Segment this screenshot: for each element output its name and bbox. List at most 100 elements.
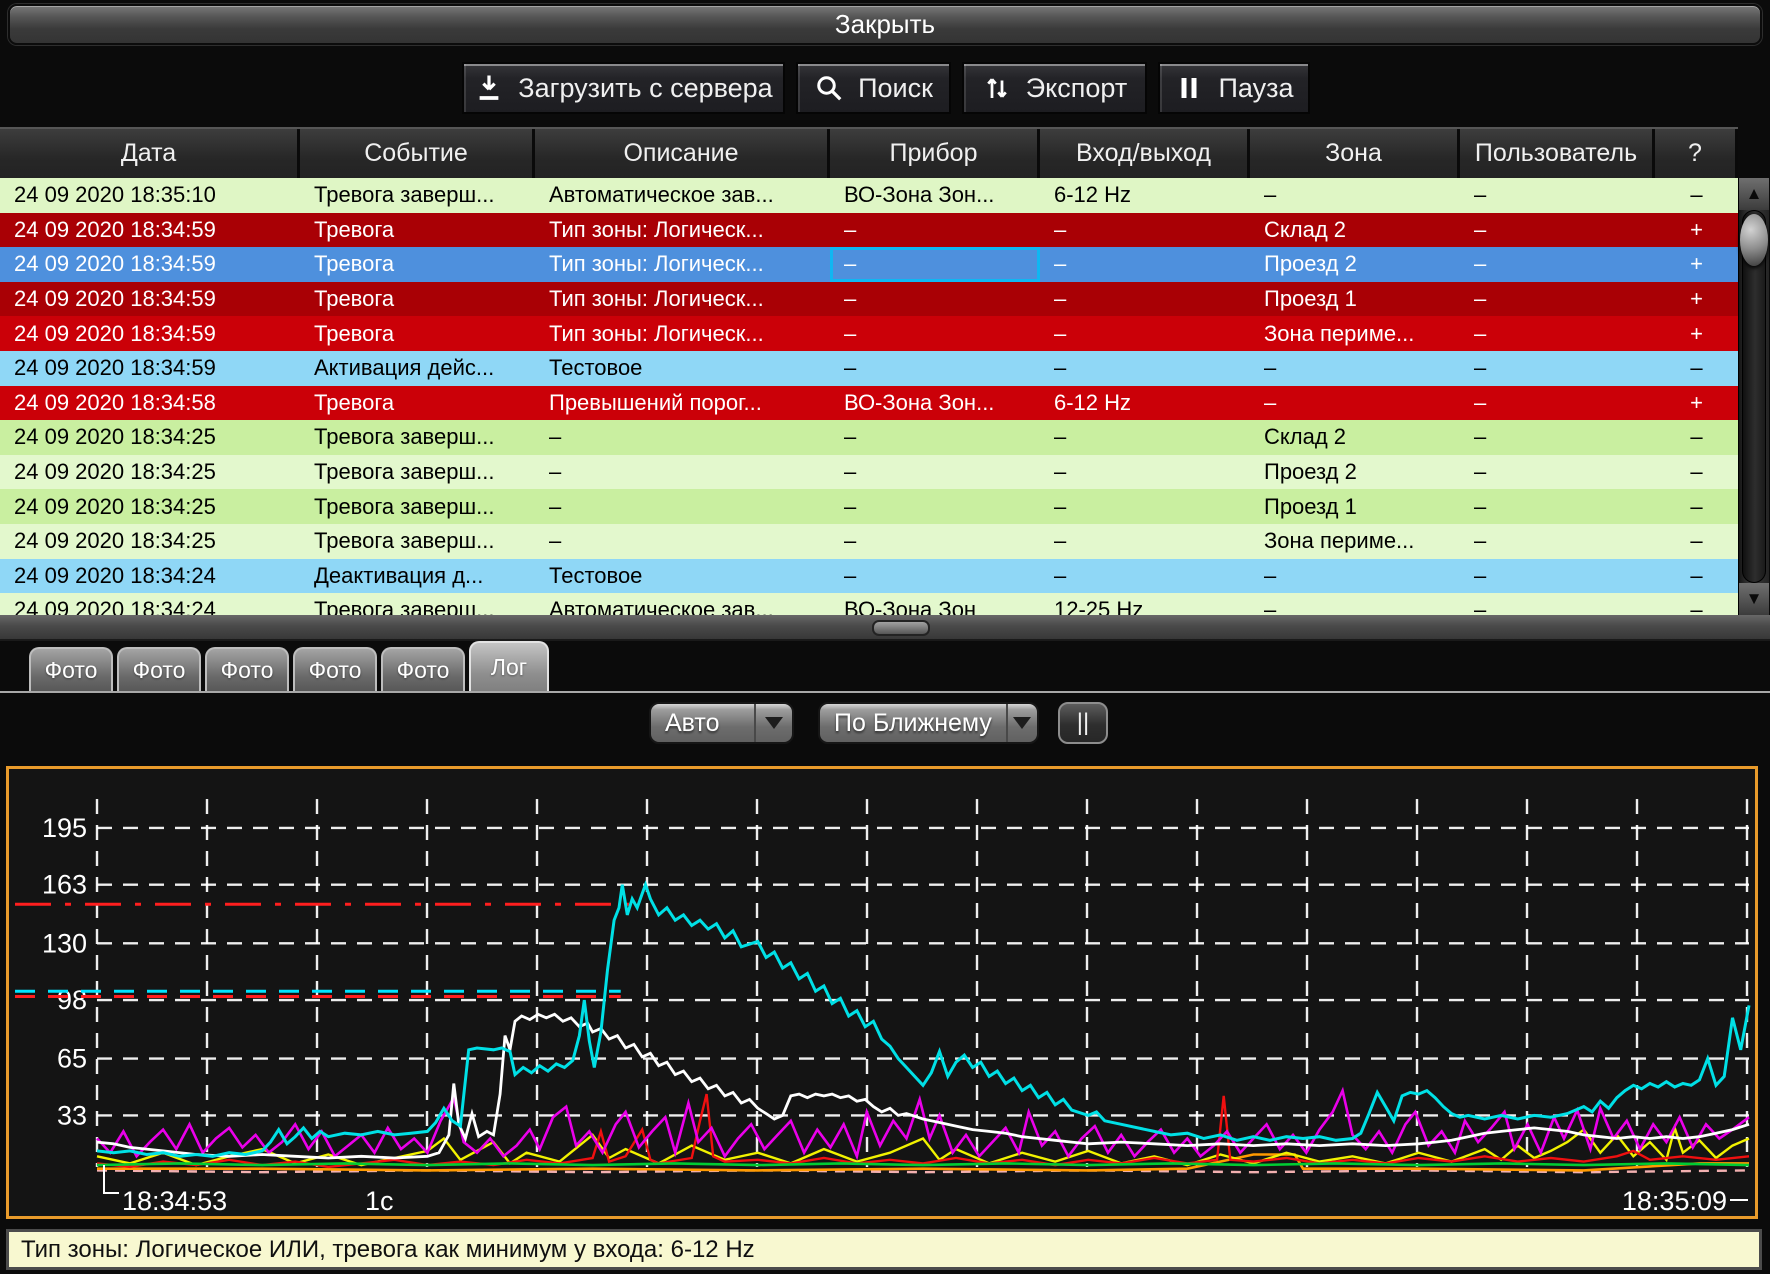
button-label: Загрузить с сервера: [518, 73, 772, 104]
table-cell: –: [830, 213, 1040, 248]
table-cell: –: [1460, 489, 1655, 524]
scroll-down-button[interactable]: ▼: [1739, 583, 1769, 615]
status-bar: Тип зоны: Логическое ИЛИ, тревога как ми…: [6, 1229, 1762, 1270]
column-header[interactable]: ?: [1655, 129, 1738, 178]
table-cell: Автоматическое зав...: [535, 593, 830, 615]
svg-text:18:34:53: 18:34:53: [122, 1186, 227, 1216]
table-cell: 24 09 2020 18:34:59: [0, 213, 300, 248]
table-cell: Тестовое: [535, 351, 830, 386]
column-header[interactable]: Вход/выход: [1040, 129, 1250, 178]
tab-photo-3[interactable]: Фото: [205, 647, 289, 691]
table-cell: Активация дейс...: [300, 351, 535, 386]
chart-pause-button[interactable]: ||: [1058, 702, 1108, 744]
tab-photo-2[interactable]: Фото: [117, 647, 201, 691]
table-cell: Проезд 1: [1250, 489, 1460, 524]
search-button[interactable]: Поиск: [796, 62, 951, 114]
table-cell: Тревога заверш...: [300, 489, 535, 524]
table-cell: 24 09 2020 18:34:25: [0, 489, 300, 524]
column-header[interactable]: Дата: [0, 129, 300, 178]
column-header[interactable]: Пользователь: [1460, 129, 1655, 178]
table-cell: 24 09 2020 18:34:59: [0, 282, 300, 317]
table-row[interactable]: 24 09 2020 18:34:59ТревогаТип зоны: Логи…: [0, 247, 1738, 282]
table-row[interactable]: 24 09 2020 18:34:59ТревогаТип зоны: Логи…: [0, 316, 1738, 351]
table-cell: –: [830, 351, 1040, 386]
tracking-mode-select[interactable]: По Ближнему: [818, 702, 1039, 744]
table-cell: –: [1460, 282, 1655, 317]
table-cell: –: [1460, 386, 1655, 421]
table-cell: 6-12 Hz: [1040, 386, 1250, 421]
tab-baseline: [0, 691, 1770, 693]
search-icon: [814, 73, 844, 103]
table-cell: –: [1040, 420, 1250, 455]
table-cell: –: [830, 316, 1040, 351]
button-label: Пауза: [1218, 73, 1293, 104]
svg-text:18:35:09: 18:35:09: [1622, 1186, 1727, 1216]
column-header[interactable]: Описание: [535, 129, 830, 178]
table-row[interactable]: 24 09 2020 18:34:59ТревогаТип зоны: Логи…: [0, 282, 1738, 317]
table-cell: 24 09 2020 18:34:25: [0, 420, 300, 455]
table-row[interactable]: 24 09 2020 18:34:58ТревогаПревышений пор…: [0, 386, 1738, 421]
table-row[interactable]: 24 09 2020 18:34:25Тревога заверш...–––С…: [0, 420, 1738, 455]
table-cell: 12-25 Hz: [1040, 593, 1250, 615]
splitter[interactable]: [0, 615, 1770, 641]
table-cell: –: [1655, 524, 1738, 559]
table-cell: –: [1460, 420, 1655, 455]
table-cell: –: [1655, 455, 1738, 490]
table-cell: –: [535, 524, 830, 559]
table-cell: Склад 2: [1250, 420, 1460, 455]
table-header: ДатаСобытиеОписаниеПриборВход/выходЗонаП…: [0, 127, 1738, 178]
table-cell: –: [535, 489, 830, 524]
toolbar: Загрузить с сервера Поиск Экспорт Пауза: [462, 62, 1310, 114]
table-cell: Тип зоны: Логическ...: [535, 282, 830, 317]
signal-chart: 19516313098653318:34:531с18:35:09: [9, 769, 1755, 1216]
chevron-down-icon[interactable]: [754, 704, 792, 742]
column-header[interactable]: Событие: [300, 129, 535, 178]
export-button[interactable]: Экспорт: [962, 62, 1147, 114]
table-cell: Тревога заверш...: [300, 524, 535, 559]
table-cell: Тревога: [300, 386, 535, 421]
tab-photo-1[interactable]: Фото: [29, 647, 113, 691]
load-from-server-button[interactable]: Загрузить с сервера: [462, 62, 785, 114]
tab-photo-5[interactable]: Фото: [381, 647, 465, 691]
application-window: Закрыть Загрузить с сервера Поиск Экспор…: [0, 0, 1770, 1274]
button-label: Экспорт: [1026, 73, 1127, 104]
table-cell: Проезд 2: [1250, 455, 1460, 490]
close-button[interactable]: Закрыть: [8, 4, 1762, 45]
table-cell: –: [1460, 316, 1655, 351]
download-icon: [474, 73, 504, 103]
selected-value: По Ближнему: [820, 709, 1006, 738]
chart-panel: 19516313098653318:34:531с18:35:09: [6, 766, 1758, 1219]
table-row[interactable]: 24 09 2020 18:34:25Тревога заверш...–––П…: [0, 489, 1738, 524]
table-cell: 24 09 2020 18:34:25: [0, 524, 300, 559]
table-row[interactable]: 24 09 2020 18:34:25Тревога заверш...–––З…: [0, 524, 1738, 559]
svg-text:1с: 1с: [365, 1186, 394, 1216]
scale-mode-select[interactable]: Авто: [649, 702, 794, 744]
table-cell: Тревога заверш...: [300, 178, 535, 213]
splitter-handle[interactable]: [872, 620, 930, 636]
table-row[interactable]: 24 09 2020 18:34:25Тревога заверш...–––П…: [0, 455, 1738, 490]
table-row[interactable]: 24 09 2020 18:34:24Тревога заверш...Авто…: [0, 593, 1738, 615]
table-cell: –: [1655, 178, 1738, 213]
table-row[interactable]: 24 09 2020 18:34:59Активация дейс...Тест…: [0, 351, 1738, 386]
table-cell: 24 09 2020 18:35:10: [0, 178, 300, 213]
scroll-up-button[interactable]: ▲: [1739, 178, 1769, 210]
chevron-down-icon[interactable]: [1006, 704, 1037, 742]
table-row[interactable]: 24 09 2020 18:34:24Деактивация д...Тесто…: [0, 559, 1738, 594]
scroll-thumb[interactable]: [1740, 214, 1768, 266]
table-row[interactable]: 24 09 2020 18:35:10Тревога заверш...Авто…: [0, 178, 1738, 213]
pause-button[interactable]: Пауза: [1158, 62, 1310, 114]
table-cell: Тревога заверш...: [300, 593, 535, 615]
table-scrollbar[interactable]: ▲ ▼: [1738, 178, 1769, 615]
tab-photo-4[interactable]: Фото: [293, 647, 377, 691]
table-cell: –: [1040, 247, 1250, 282]
table-cell: –: [535, 420, 830, 455]
chart-controls: Авто По Ближнему ||: [0, 702, 1770, 746]
table-cell: –: [1040, 282, 1250, 317]
column-header[interactable]: Прибор: [830, 129, 1040, 178]
column-header[interactable]: Зона: [1250, 129, 1460, 178]
table-cell: –: [830, 559, 1040, 594]
svg-text:130: 130: [42, 928, 87, 958]
pause-icon: [1174, 73, 1204, 103]
table-row[interactable]: 24 09 2020 18:34:59ТревогаТип зоны: Логи…: [0, 213, 1738, 248]
tab-log[interactable]: Лог: [469, 641, 549, 691]
